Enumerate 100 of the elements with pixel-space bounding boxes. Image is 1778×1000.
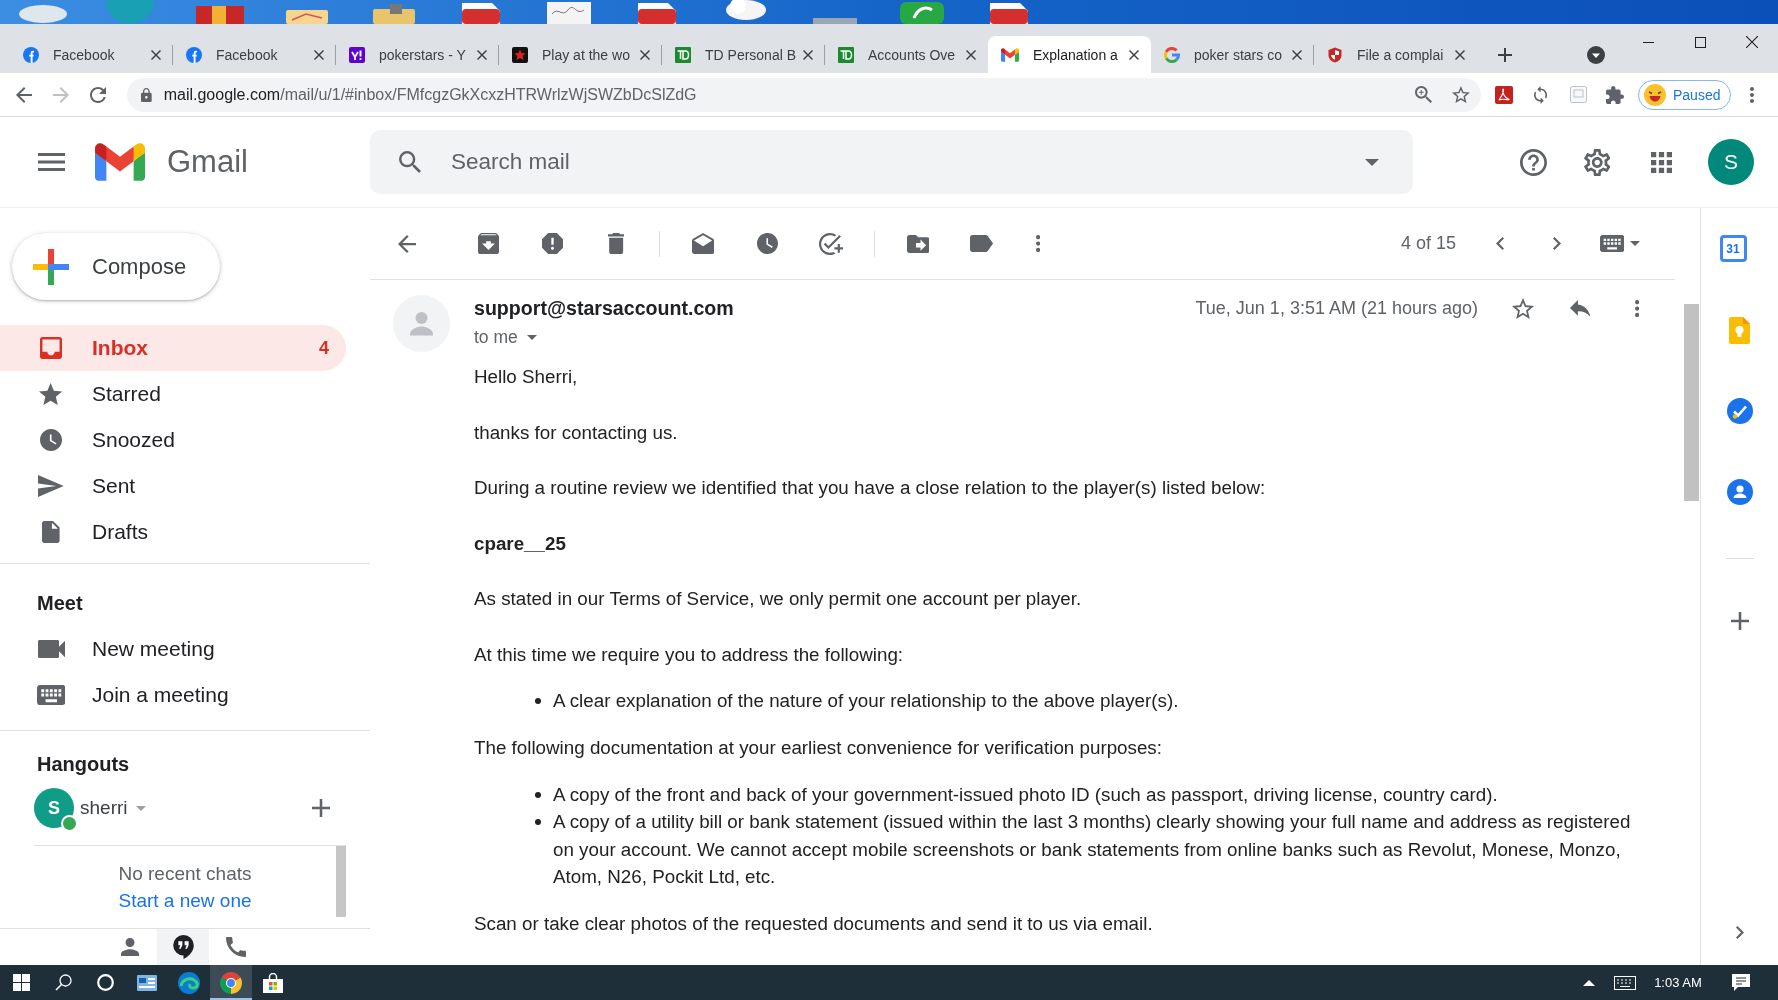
more-vertical-icon [1750,86,1755,103]
search-field[interactable]: Search mail [451,142,1352,182]
scrollbar-thumb[interactable] [1684,304,1699,501]
browser-tab[interactable]: Facebook [10,36,173,73]
folder-item[interactable]: Inbox 4 [0,325,346,371]
close-icon [1292,49,1302,60]
caret-icon [1630,241,1641,246]
square-icon [1694,36,1706,48]
close-icon [966,49,976,60]
browser-tab[interactable]: pokerstars - Y [336,36,499,73]
exclamation-octagon-icon [541,233,563,254]
favicon-icon [512,46,528,63]
tag-icon [970,235,994,252]
unread-count: 4 [319,337,329,359]
browser-tab[interactable]: Explanation a [988,36,1151,73]
speech-bubble-icon [1732,974,1750,991]
plus-icon [1730,612,1749,630]
video-camera-icon [37,640,65,658]
arrow-left-icon [16,86,32,103]
account-avatar[interactable]: S [1708,139,1754,185]
favicon-icon [186,46,202,63]
chat-tab[interactable] [157,929,209,965]
archive-box-icon [477,233,499,254]
search-bar[interactable]: Search mail [370,130,1413,194]
bullet-icon [535,698,541,704]
folder-item[interactable]: Drafts [0,509,346,555]
browser-tab[interactable]: Play at the wo [499,36,662,73]
tricolor-circle-icon [220,971,242,994]
wave-circle-icon [178,971,200,994]
ring-icon [96,974,114,991]
sync-icon [1534,85,1548,104]
folder-item[interactable]: Sent [0,463,346,509]
caret-icon [1365,158,1379,166]
search-icon [399,151,421,173]
minimize-icon [1642,41,1654,43]
folder-arrow-icon [906,234,930,253]
body-paragraph: The following documentation at your earliest convenience for verification purposes: [474,736,1162,760]
star-outline-icon [1452,86,1470,103]
favicon-icon [23,46,39,63]
favicon-icon [1327,46,1343,63]
send-icon [38,475,64,497]
caret-up-icon [1583,979,1595,986]
browser-tab[interactable]: TD Personal B [662,36,825,73]
file-icon [42,521,60,543]
search-icon [54,974,72,991]
more-vertical-icon [1035,235,1041,252]
close-icon [1455,49,1465,60]
favicon-icon [675,46,691,63]
inbox-icon [40,337,62,359]
back-icon [398,234,416,253]
message-date: Tue, Jun 1, 3:51 AM (21 hours ago) [1195,297,1478,319]
person-icon [121,938,139,956]
favicon-icon [349,46,365,63]
chevron-left-icon [1496,237,1504,250]
product-name: Gmail [167,144,248,180]
check-plus-icon [818,232,844,255]
browser-tab[interactable]: Accounts Ove [825,36,988,73]
list-item-text: A copy of the front and back of your government-issued photo ID (such as passport, driving license, country card). [553,782,1498,807]
grid-icon [1650,151,1672,173]
trash-icon [607,233,625,254]
menu-icon [37,153,65,171]
keyboard-icon [1599,235,1625,252]
lock-icon [141,87,152,102]
browser-tab[interactable]: File a complai [1314,36,1477,73]
compose-button[interactable]: Compose [12,233,220,300]
clock-icon [40,429,62,451]
m-envelope-logo-icon [95,143,145,181]
help-icon [1519,148,1547,176]
bullet-icon [535,819,541,825]
favicon-icon [1001,47,1019,62]
start-chat-link[interactable]: Start a new one [118,889,252,912]
folder-item[interactable]: Starred [0,371,346,417]
puzzle-icon [1606,85,1624,104]
quote-bubble-icon [172,935,194,959]
recipients-button[interactable]: to me [474,326,537,348]
scrollbar-thumb[interactable] [336,846,346,917]
favicon-icon [1164,46,1180,63]
close-icon [1129,49,1139,60]
keyboard-icon [36,685,66,705]
empty-chats-text: No recent chats [118,862,252,885]
calendar-button[interactable]: 31 [1719,235,1747,262]
meet-item[interactable]: New meeting [0,626,346,672]
browser-tab[interactable]: poker stars co [1151,36,1314,73]
lightbulb-note-icon [1729,316,1750,344]
shopping-bag-icon [263,972,283,993]
address-field[interactable]: mail.google.com/mail/u/1/#inbox/FMfcgzGkXcxzHTRWrlzWjSWZbDcSlZdG [127,77,1481,112]
folder-item[interactable]: Snoozed [0,417,346,463]
browser-tab[interactable]: Facebook [173,36,336,73]
list-item-text: A copy of a utility bill or bank statement (issued within the last 3 months) clearly showing your full name and address as registered on your account. We cannot accept mobile screenshots or bank statements from online banks such as Revolut, Monese, Monzo, Atom, N26, Pockit Ltd, etc. [553,810,1632,889]
user-menu-button[interactable]: sherri [80,797,146,819]
star-icon [39,383,63,405]
keyboard-icon [1614,975,1636,990]
close-icon [640,49,650,60]
caret-icon [526,334,537,340]
square-icon [1569,86,1587,103]
body-paragraph: During a routine review we identified that you have a close relation to the player(s) listed below: [474,476,1266,500]
meet-item[interactable]: Join a meeting [0,672,346,718]
sender-address: support@starsaccount.com [474,296,734,320]
window-icon [137,974,157,991]
bullet-icon [535,791,541,798]
